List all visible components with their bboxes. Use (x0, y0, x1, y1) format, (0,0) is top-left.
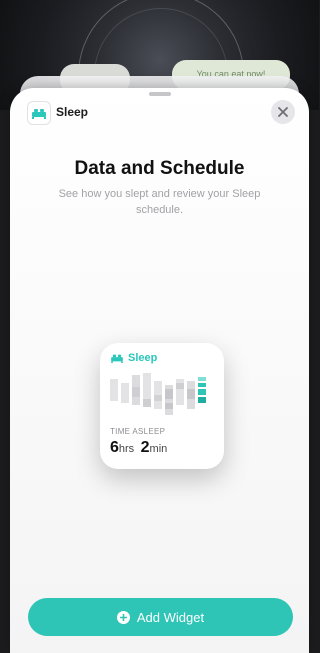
minutes-unit: min (149, 443, 168, 455)
minutes-value: 2 (140, 439, 150, 456)
add-widget-label: Add Widget (136, 609, 205, 625)
widget-title: Sleep (128, 352, 158, 364)
plus-circle-icon (116, 610, 130, 624)
sleep-widget-preview[interactable]: Sleep TIME ASLEEP 6hrs 2min (100, 343, 224, 469)
app-name: Sleep (56, 105, 89, 119)
hours-unit: hrs (118, 443, 135, 455)
sleep-bars-graphic (110, 373, 206, 415)
widget-sheet: Sleep Data and Schedule See how you slep… (10, 88, 309, 653)
bed-icon (111, 354, 123, 363)
widget-header: Sleep (110, 352, 157, 364)
time-asleep-value: 6hrs 2min (110, 439, 169, 457)
page-title: Data and Schedule (74, 158, 245, 179)
close-icon (278, 107, 288, 117)
hours-value: 6 (110, 439, 119, 456)
sheet-grabber[interactable] (149, 92, 171, 96)
close-button[interactable] (271, 100, 295, 124)
page-subtitle: See how you slept and review your Sleep … (58, 188, 261, 216)
bed-icon (28, 102, 50, 124)
widget-label: TIME ASLEEP (110, 427, 166, 436)
add-widget-button[interactable]: Add Widget (28, 598, 293, 636)
